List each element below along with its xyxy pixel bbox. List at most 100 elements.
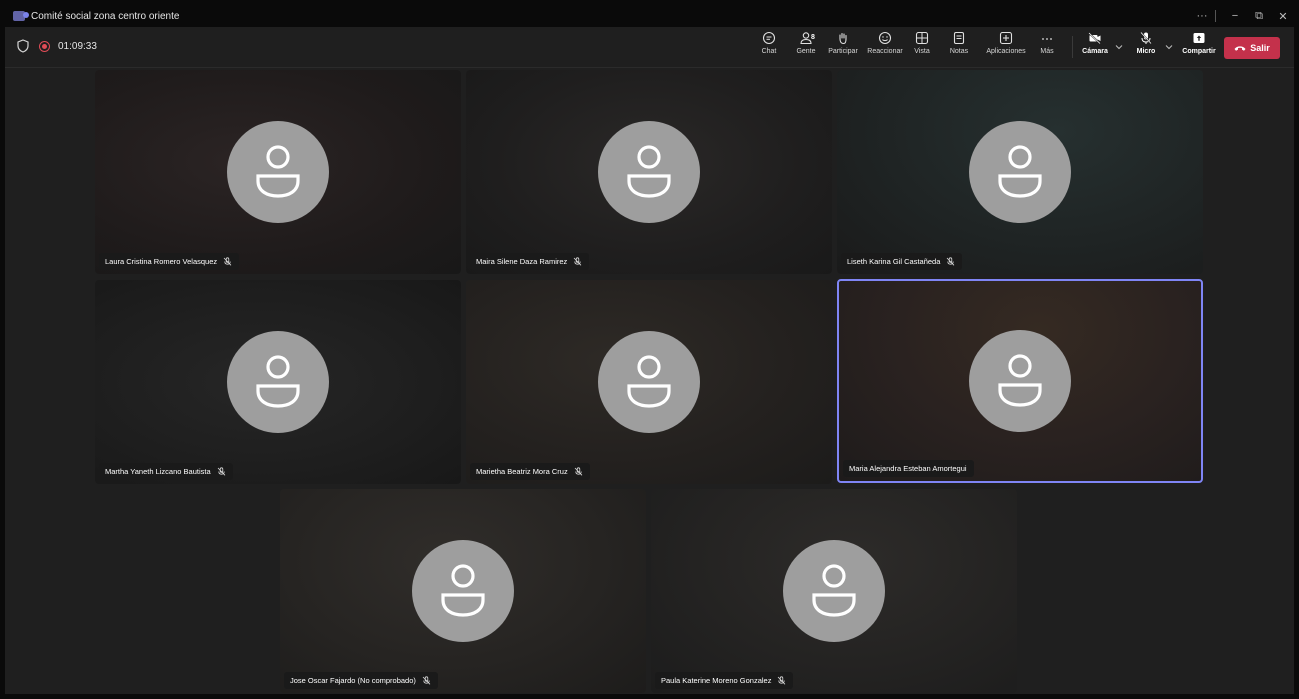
more-button[interactable]: Más [1037, 31, 1057, 63]
avatar [227, 331, 329, 433]
participant-name-tag: Jose Oscar Fajardo (No comprobado) [284, 672, 438, 689]
people-count-badge: 8 [811, 34, 815, 41]
person-placeholder-icon [998, 354, 1042, 407]
react-button[interactable]: Reaccionar [865, 31, 905, 63]
avatar [598, 331, 700, 433]
chat-label: Chat [761, 48, 777, 55]
camera-options-chevron-icon[interactable] [1115, 44, 1123, 50]
mic-options-chevron-icon[interactable] [1165, 44, 1173, 50]
participant-name-tag: Martha Yaneth Lizcano Bautista [99, 463, 233, 480]
title-bar: Comité social zona centro oriente ··· − … [5, 5, 1294, 27]
participant-tile-active-speaker[interactable]: Maria Alejandra Esteban Amortegui [837, 279, 1203, 483]
restore-button[interactable]: ⧉ [1248, 10, 1270, 23]
participant-name-tag: Paula Katerine Moreno Gonzalez [655, 672, 794, 689]
leave-button[interactable]: Salir [1224, 37, 1280, 59]
ellipsis-icon [1042, 38, 1052, 40]
person-placeholder-icon [627, 355, 671, 408]
apps-button[interactable]: Aplicaciones [980, 31, 1032, 63]
shield-icon [17, 39, 29, 53]
person-placeholder-icon [256, 355, 300, 408]
window-controls: ··· − ⧉ ✕ [1189, 5, 1294, 27]
person-placeholder-icon [441, 564, 485, 617]
window-title: Comité social zona centro oriente [31, 10, 180, 22]
toolbar-divider [1072, 36, 1073, 58]
mic-muted-icon [574, 257, 582, 266]
meeting-status: 01:09:33 [17, 39, 97, 53]
camera-label: Cámara [1082, 48, 1108, 55]
react-label: Reaccionar [867, 48, 903, 55]
more-options-icon[interactable]: ··· [1191, 10, 1213, 22]
participant-name: Maria Alejandra Esteban Amortegui [849, 464, 967, 473]
leave-label: Salir [1250, 43, 1270, 53]
mic-button[interactable]: Micro [1133, 31, 1159, 63]
participant-tile[interactable]: Martha Yaneth Lizcano Bautista [95, 280, 461, 484]
meeting-timer: 01:09:33 [58, 40, 97, 52]
participant-tile[interactable]: Liseth Karina Gil Castañeda [837, 70, 1203, 274]
share-button[interactable]: Compartir [1180, 31, 1218, 63]
participant-name: Jose Oscar Fajardo (No comprobado) [290, 676, 416, 685]
mic-off-icon [1140, 31, 1152, 45]
participant-name: Laura Cristina Romero Velasquez [105, 257, 218, 266]
raise-hand-button[interactable]: Participar [823, 31, 863, 63]
notes-label: Notas [949, 48, 969, 55]
participant-name: Liseth Karina Gil Castañeda [847, 257, 941, 266]
camera-button[interactable]: Cámara [1080, 31, 1110, 63]
more-label: Más [1040, 48, 1054, 55]
participant-tile[interactable]: Jose Oscar Fajardo (No comprobado) [280, 489, 646, 693]
avatar [783, 540, 885, 642]
participant-name: Maira Silene Daza Ramirez [476, 257, 568, 266]
mic-muted-icon [574, 467, 582, 476]
participant-name-tag: Maria Alejandra Esteban Amortegui [843, 460, 974, 477]
grid-view-icon [915, 31, 929, 45]
participant-tile[interactable]: Maira Silene Daza Ramirez [466, 70, 832, 274]
chat-button[interactable]: Chat [755, 31, 783, 63]
participant-name-tag: Liseth Karina Gil Castañeda [841, 253, 963, 270]
avatar [969, 121, 1071, 223]
person-placeholder-icon [256, 145, 300, 198]
mic-muted-icon [422, 676, 431, 685]
avatar [969, 330, 1071, 432]
mic-muted-icon [217, 467, 225, 476]
notes-icon [953, 31, 965, 45]
teams-meeting-window: Comité social zona centro oriente ··· − … [5, 5, 1294, 694]
avatar [412, 540, 514, 642]
participant-name: Marietha Beatriz Mora Cruz [476, 467, 568, 476]
minimize-button[interactable]: − [1224, 10, 1246, 22]
participant-tile[interactable]: Paula Katerine Moreno Gonzalez [651, 489, 1017, 693]
view-label: Vista [914, 48, 930, 55]
recording-icon [39, 40, 50, 52]
person-placeholder-icon [998, 145, 1042, 198]
apps-label: Aplicaciones [986, 48, 1026, 55]
hang-up-icon [1234, 46, 1246, 51]
participant-name-tag: Maira Silene Daza Ramirez [470, 253, 590, 270]
mic-label: Micro [1136, 48, 1156, 55]
person-placeholder-icon [812, 564, 856, 617]
chat-icon [762, 31, 776, 45]
hand-icon [839, 32, 847, 45]
person-placeholder-icon [627, 145, 671, 198]
participant-name-tag: Marietha Beatriz Mora Cruz [470, 463, 590, 480]
meeting-toolbar: 01:09:33 Chat 8 Gente Participar Reaccio… [5, 27, 1294, 68]
mic-muted-icon [778, 676, 786, 685]
raise-hand-label: Participar [828, 48, 858, 55]
mic-muted-icon [947, 257, 955, 266]
add-app-icon [999, 31, 1013, 45]
avatar [598, 121, 700, 223]
teams-logo-icon [13, 11, 29, 21]
participant-name: Paula Katerine Moreno Gonzalez [661, 676, 772, 685]
participant-tile[interactable]: Laura Cristina Romero Velasquez [95, 70, 461, 274]
view-button[interactable]: Vista [909, 31, 935, 63]
participant-name: Martha Yaneth Lizcano Bautista [105, 467, 211, 476]
avatar [227, 121, 329, 223]
camera-off-icon [1088, 32, 1101, 45]
participant-tile[interactable]: Marietha Beatriz Mora Cruz [466, 280, 832, 484]
mic-muted-icon [223, 257, 232, 266]
close-button[interactable]: ✕ [1272, 10, 1294, 23]
share-screen-icon [1193, 33, 1205, 43]
window-controls-divider [1215, 10, 1216, 22]
participant-name-tag: Laura Cristina Romero Velasquez [99, 253, 240, 270]
people-button[interactable]: 8 Gente [791, 31, 821, 63]
share-label: Compartir [1182, 48, 1216, 55]
notes-button[interactable]: Notas [946, 31, 972, 63]
people-label: Gente [796, 48, 816, 55]
